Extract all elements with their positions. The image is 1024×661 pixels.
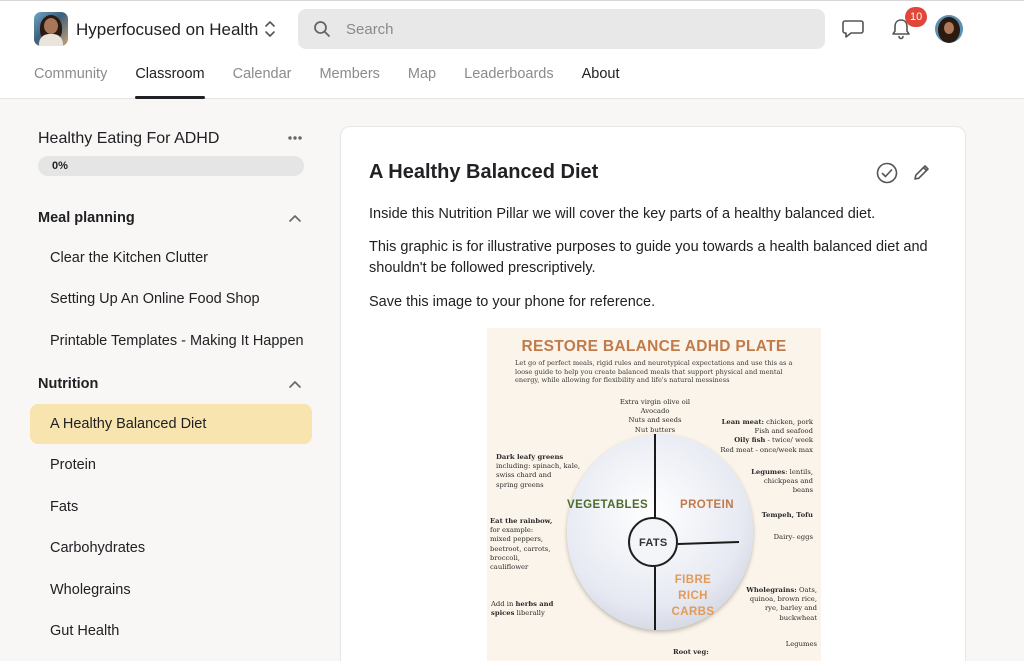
oily-fish-text: - twice/ week [765,436,813,445]
tab-map[interactable]: Map [408,66,436,99]
rainbow-label: Eat the rainbow, [490,517,553,525]
fibre-line: RICH [678,590,708,602]
tab-calendar[interactable]: Calendar [233,66,292,99]
notification-badge: 10 [905,7,928,27]
infographic-title: RESTORE BALANCE ADHD PLATE [521,338,787,355]
greens-label: Dark leafy greens [496,453,564,461]
plate-label-fats: FATS [639,537,668,549]
tab-community[interactable]: Community [34,66,107,99]
main-nav: Community Classroom Calendar Members Map… [34,66,648,99]
group-logo[interactable] [34,12,68,46]
more-options-icon[interactable] [287,135,303,141]
top-border [0,0,1024,1]
lesson-content-card: A Healthy Balanced Diet Inside this Nutr… [340,126,966,661]
lesson-title: A Healthy Balanced Diet [369,161,599,183]
lean-meat-line: Lean meat: chicken, pork [697,418,813,427]
course-progress-bar: 0% [38,156,304,176]
section-title-meal-planning[interactable]: Meal planning [38,210,135,226]
lesson-item-active[interactable]: A Healthy Balanced Diet [30,404,312,444]
logo-face [44,18,58,34]
lesson-paragraph: Inside this Nutrition Pillar we will cov… [369,206,876,222]
chevron-up-icon[interactable] [289,214,301,222]
tab-leaderboards[interactable]: Leaderboards [464,66,554,99]
infographic-intro: Let go of perfect meals, rigid rules and… [515,359,793,385]
root-veg-line: Root veg: [673,648,733,657]
chevron-up-icon[interactable] [289,380,301,388]
lesson-item[interactable]: Wholegrains [30,570,312,610]
lesson-item[interactable]: Setting Up An Online Food Shop [30,279,312,319]
plate-label-protein: PROTEIN [680,499,734,511]
fibre-line: CARBS [671,606,715,618]
chat-icon[interactable] [842,19,864,39]
progress-label: 0% [52,160,68,172]
wholegrains-item: Oats, [796,586,817,594]
legumes-label: Legumes [751,468,786,476]
lesson-item[interactable]: Printable Templates - Making It Happen [30,321,312,361]
legumes-bottom: Legumes [785,640,817,648]
lesson-item[interactable]: Protein [30,445,312,485]
search-input[interactable] [346,9,806,49]
search-bar[interactable] [298,9,825,49]
search-icon [314,21,330,37]
herbs-post: liberally [514,609,545,618]
fats-item: Nuts and seeds [628,416,682,425]
pencil-icon[interactable] [912,163,931,182]
legumes-item: : lentils, [785,468,813,476]
lean-meat-text: chicken, pork [764,418,813,426]
wholegrains-label: Wholegrains: [746,586,797,594]
plate-label-fibre: FIBRE RICH CARBS [665,572,721,620]
fats-item: Avocado [640,407,670,416]
tab-about[interactable]: About [582,66,620,99]
fibre-line: FIBRE [674,574,712,586]
logo-body [39,34,63,46]
top-header: Hyperfocused on Health 10 Community Clas… [0,0,1024,99]
lesson-item[interactable]: Clear the Kitchen Clutter [30,238,312,278]
lesson-item[interactable]: Carbohydrates [30,528,312,568]
herbs-label: herbs and [515,600,554,608]
course-title: Healthy Eating For ADHD [38,130,220,147]
lesson-item[interactable]: Gut Health [30,611,312,651]
check-circle-icon[interactable] [876,162,898,184]
root-veg-label: Root veg: [673,648,709,656]
group-name[interactable]: Hyperfocused on Health [76,20,258,40]
tab-members[interactable]: Members [319,66,379,99]
plate-label-vegetables: VEGETABLES [567,499,649,511]
lesson-paragraph: This graphic is for illustrative purpose… [369,239,928,276]
tab-classroom[interactable]: Classroom [135,66,205,99]
fats-list: Extra virgin olive oil Avocado Nuts and … [605,398,705,435]
avatar[interactable] [935,15,963,43]
lesson-item[interactable]: Fats [30,487,312,527]
adhd-plate-infographic: RESTORE BALANCE ADHD PLATE Let go of per… [487,328,821,661]
spices-label: spices [491,609,515,618]
lesson-paragraph: Save this image to your phone for refere… [369,294,656,310]
section-title-nutrition[interactable]: Nutrition [38,376,98,392]
avatar-face [944,22,954,34]
chevron-up-down-icon[interactable] [263,19,277,39]
herbs-pre: Add in [491,600,516,608]
tempeh-label: Tempeh, Tofu [761,511,813,519]
lean-meat-label: Lean meat: [721,418,765,426]
fats-item: Extra virgin olive oil [619,398,691,406]
